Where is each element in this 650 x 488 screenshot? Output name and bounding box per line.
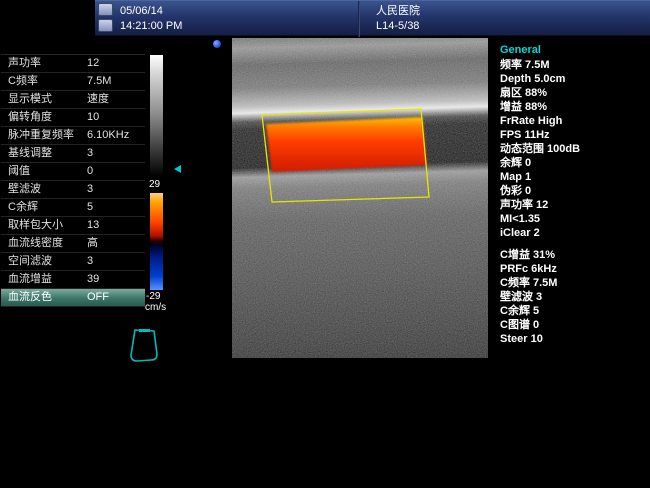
info-line-wall-filter: 壁滤波 3 bbox=[500, 290, 650, 304]
info-line-sector: 扇区 88% bbox=[500, 86, 650, 100]
param-row-flow-density[interactable]: 血流线密度 高 bbox=[1, 235, 145, 253]
param-label: C余辉 bbox=[8, 199, 38, 216]
info-line-c-map: C图谱 0 bbox=[500, 318, 650, 332]
param-row-baseline[interactable]: 基线调整 3 bbox=[1, 145, 145, 163]
info-line-iclear: iClear 2 bbox=[500, 226, 650, 240]
info-line-fps: FPS 11Hz bbox=[500, 128, 650, 142]
param-value: 0 bbox=[87, 163, 93, 180]
info-line-c-persistence: C余辉 5 bbox=[500, 304, 650, 318]
param-label: 取样包大小 bbox=[8, 217, 63, 234]
param-value: 7.5M bbox=[87, 73, 111, 90]
info-line-acoustic-power: 声功率 12 bbox=[500, 198, 650, 212]
top-bar: 05/06/14 14:21:00 PM 人民医院 L14-5/38 bbox=[95, 0, 650, 36]
info-line-frequency: 频率 7.5M bbox=[500, 58, 650, 72]
thumbnail-strip: ◀ × × × × bbox=[0, 392, 650, 488]
info-line-mi: MI<1.35 bbox=[500, 212, 650, 226]
param-value: OFF bbox=[87, 289, 109, 306]
datetime-block: 05/06/14 14:21:00 PM bbox=[120, 4, 182, 34]
info-line-gain: 增益 88% bbox=[500, 100, 650, 114]
param-value: 速度 bbox=[87, 91, 109, 108]
color-flow bbox=[266, 117, 427, 172]
info-line-chroma: 伪彩 0 bbox=[500, 184, 650, 198]
info-line-depth: Depth 5.0cm bbox=[500, 72, 650, 86]
param-label: 声功率 bbox=[8, 55, 41, 72]
preset-title: General bbox=[500, 42, 650, 58]
info-line-persistence: 余辉 0 bbox=[500, 156, 650, 170]
param-label: 血流反色 bbox=[8, 289, 52, 306]
param-row-wall-filter[interactable]: 壁滤波 3 bbox=[1, 181, 145, 199]
param-label: 脉冲重复频率 bbox=[8, 127, 74, 144]
image-info-panel: General 频率 7.5M Depth 5.0cm 扇区 88% 增益 88… bbox=[500, 42, 650, 346]
topbar-icons bbox=[98, 3, 113, 35]
ultrasound-scan bbox=[232, 38, 488, 358]
body-marker bbox=[126, 326, 162, 366]
param-row-packet-size[interactable]: 取样包大小 13 bbox=[1, 217, 145, 235]
info-section-gap bbox=[500, 240, 650, 248]
param-row-spatial-filter[interactable]: 空间滤波 3 bbox=[1, 253, 145, 271]
scale-marker-icon bbox=[174, 165, 181, 173]
speckle-texture bbox=[232, 38, 488, 358]
info-line-prfc: PRFc 6kHz bbox=[500, 262, 650, 276]
param-label: C频率 bbox=[8, 73, 38, 90]
color-scale-min: -29 bbox=[146, 291, 160, 302]
param-row-threshold[interactable]: 阈值 0 bbox=[1, 163, 145, 181]
param-value: 39 bbox=[87, 271, 99, 288]
param-label: 血流线密度 bbox=[8, 235, 63, 252]
time-text: 14:21:00 PM bbox=[120, 19, 182, 34]
control-panel: 声功率 12 C频率 7.5M 显示模式 速度 偏转角度 10 脉冲重复频率 6.10KH… bbox=[1, 54, 145, 307]
param-row-c-persistence[interactable]: C余辉 5 bbox=[1, 199, 145, 217]
param-value: 3 bbox=[87, 145, 93, 162]
info-line-frame-rate: FrRate High bbox=[500, 114, 650, 128]
param-value: 13 bbox=[87, 217, 99, 234]
param-row-steer-angle[interactable]: 偏转角度 10 bbox=[1, 109, 145, 127]
info-line-c-gain: C增益 31% bbox=[500, 248, 650, 262]
param-value: 3 bbox=[87, 253, 93, 270]
param-label: 基线调整 bbox=[8, 145, 52, 162]
color-scale-unit: cm/s bbox=[145, 302, 166, 313]
param-row-prf[interactable]: 脉冲重复频率 6.10KHz bbox=[1, 127, 145, 145]
disk-icon[interactable] bbox=[98, 19, 113, 32]
param-row-acoustic-power[interactable]: 声功率 12 bbox=[1, 55, 145, 73]
color-scale-max: 29 bbox=[149, 179, 160, 190]
param-row-c-frequency[interactable]: C频率 7.5M bbox=[1, 73, 145, 91]
info-line-c-frequency: C频率 7.5M bbox=[500, 276, 650, 290]
param-value: 12 bbox=[87, 55, 99, 72]
indicator-dot bbox=[213, 40, 221, 48]
hospital-name: 人民医院 bbox=[376, 4, 420, 19]
probe-id: L14-5/38 bbox=[376, 19, 420, 34]
topbar-divider bbox=[358, 1, 360, 37]
param-row-display-mode[interactable]: 显示模式 速度 bbox=[1, 91, 145, 109]
param-row-color-gain[interactable]: 血流增益 39 bbox=[1, 271, 145, 289]
param-row-color-invert[interactable]: 血流反色 OFF bbox=[1, 289, 145, 307]
param-label: 血流增益 bbox=[8, 271, 52, 288]
param-value: 10 bbox=[87, 109, 99, 126]
body-marker-icon bbox=[126, 326, 162, 366]
param-label: 阈值 bbox=[8, 163, 30, 180]
param-value: 5 bbox=[87, 199, 93, 216]
param-value: 3 bbox=[87, 181, 93, 198]
date-text: 05/06/14 bbox=[120, 4, 182, 19]
gray-scale-bar bbox=[150, 55, 163, 176]
info-line-steer: Steer 10 bbox=[500, 332, 650, 346]
patient-icon[interactable] bbox=[98, 3, 113, 16]
hospital-block: 人民医院 L14-5/38 bbox=[376, 4, 420, 34]
param-label: 显示模式 bbox=[8, 91, 52, 108]
param-value: 高 bbox=[87, 235, 98, 252]
param-label: 偏转角度 bbox=[8, 109, 52, 126]
param-label: 空间滤波 bbox=[8, 253, 52, 270]
color-scale-bar bbox=[150, 193, 163, 290]
ultrasound-app: 05/06/14 14:21:00 PM 人民医院 L14-5/38 声功率 12… bbox=[0, 0, 650, 488]
param-value: 6.10KHz bbox=[87, 127, 129, 144]
info-line-dynamic-range: 动态范围 100dB bbox=[500, 142, 650, 156]
info-line-map: Map 1 bbox=[500, 170, 650, 184]
param-label: 壁滤波 bbox=[8, 181, 41, 198]
ultrasound-image[interactable] bbox=[232, 38, 488, 358]
